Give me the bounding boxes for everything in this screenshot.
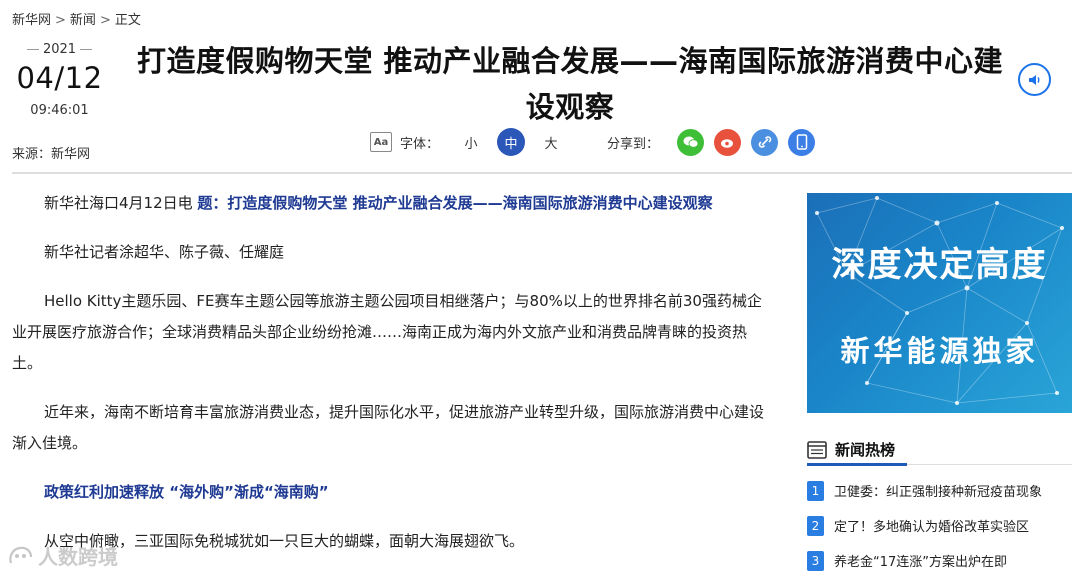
banner-subtitle: 新华能源独家 [840,334,1039,368]
reporters-line: 新华社记者涂超华、陈子薇、任耀庭 [44,243,285,261]
hot-news-link[interactable]: 养老金“17连涨”方案出炉在即 [834,551,1007,570]
hot-news-link[interactable]: 定了！多地确认为婚俗改革实验区 [834,516,1029,535]
header-divider [12,172,1072,174]
rank-badge: 2 [807,515,824,536]
article-source: 来源：新华网 [12,147,91,162]
paragraph: Hello Kitty主题乐园、FE赛车主题公园等旅游主题公园项目相继落户；与8… [12,292,762,372]
rank-badge: 1 [807,480,824,501]
weibo-icon [720,139,733,148]
publish-month-day: 04/12 [16,61,103,95]
font-size-label: 字体： [400,136,440,152]
breadcrumb-home[interactable]: 新华网 [12,13,51,28]
breadcrumb: 新华网 > 新闻 > 正文 [12,9,141,28]
paragraph: 近年来，海南不断培育丰富旅游消费业态，提升国际化水平，促进旅游产业转型升级，国际… [12,403,765,452]
share-wechat-button[interactable] [677,128,705,156]
network-pattern-graphic [815,196,1064,405]
publish-time: 09:46:01 [30,103,89,118]
share-link-button[interactable] [751,128,779,156]
font-size-large[interactable]: 大 [537,128,565,156]
breadcrumb-separator: > [55,13,66,28]
hot-news-item[interactable]: 3 养老金“17连涨”方案出炉在即 [807,543,1072,576]
rank-badge: 3 [807,550,824,571]
publish-year: 2021 [12,42,107,57]
newspaper-icon [807,440,827,459]
font-size-icon: Aa [370,132,392,152]
hot-news-item[interactable]: 1 卫健委：纠正强制接种新冠疫苗现象 [807,473,1072,508]
article-body: 新华社海口4月12日电 题：打造度假购物天堂 推动产业融合发展——海南国际旅游消… [12,188,767,575]
banner-slogan: 深度决定高度 [831,245,1048,285]
dateline: 新华社海口4月12日电 [44,194,193,212]
hot-news-list: 1 卫健委：纠正强制接种新冠疫苗现象 2 定了！多地确认为婚俗改革实验区 3 养… [807,473,1072,576]
link-icon [758,136,771,148]
share-label: 分享到： [607,136,660,152]
share-mobile-button[interactable] [788,128,816,156]
section-subhead: 政策红利加速释放 “海外购”渐成“海南购” [44,483,329,501]
watermark: 人数跨境 [8,541,118,570]
hot-news-title: 新闻热榜 [835,441,896,459]
breadcrumb-separator: > [99,13,111,28]
lead-title: 题：打造度假购物天堂 推动产业融合发展——海南国际旅游消费中心建设观察 [197,194,713,212]
publish-date: 2021 04/12 09:46:01 [12,42,107,118]
watermark-logo-icon [9,546,33,563]
audio-play-button[interactable] [1018,63,1051,96]
breadcrumb-news[interactable]: 新闻 [70,13,96,28]
font-size-medium[interactable]: 中 [497,128,526,156]
hot-news-link[interactable]: 卫健委：纠正强制接种新冠疫苗现象 [834,481,1042,500]
hot-news-header: 新闻热榜 [807,435,1072,466]
hot-news-item[interactable]: 2 定了！多地确认为婚俗改革实验区 [807,508,1072,543]
article-lead: 新华社海口4月12日电 题：打造度假购物天堂 推动产业融合发展——海南国际旅游消… [12,188,767,219]
share-weibo-button[interactable] [714,128,742,156]
paragraph: 从空中俯瞰，三亚国际免税城犹如一只巨大的蝴蝶，面朝大海展翅欲飞。 [44,532,525,550]
watermark-text: 人数跨境 [38,545,118,569]
article-toolbar: Aa 字体： 小 中 大 分享到： [370,128,816,156]
speaker-icon [1028,74,1039,85]
font-size-small[interactable]: 小 [457,128,485,156]
ad-banner[interactable]: 深度决定高度 新华能源独家 [807,193,1072,413]
wechat-icon [683,136,698,148]
article-headline: 打造度假购物天堂 推动产业融合发展——海南国际旅游消费中心建设观察 [136,44,1004,124]
breadcrumb-current: 正文 [114,13,141,28]
phone-icon [796,134,807,150]
